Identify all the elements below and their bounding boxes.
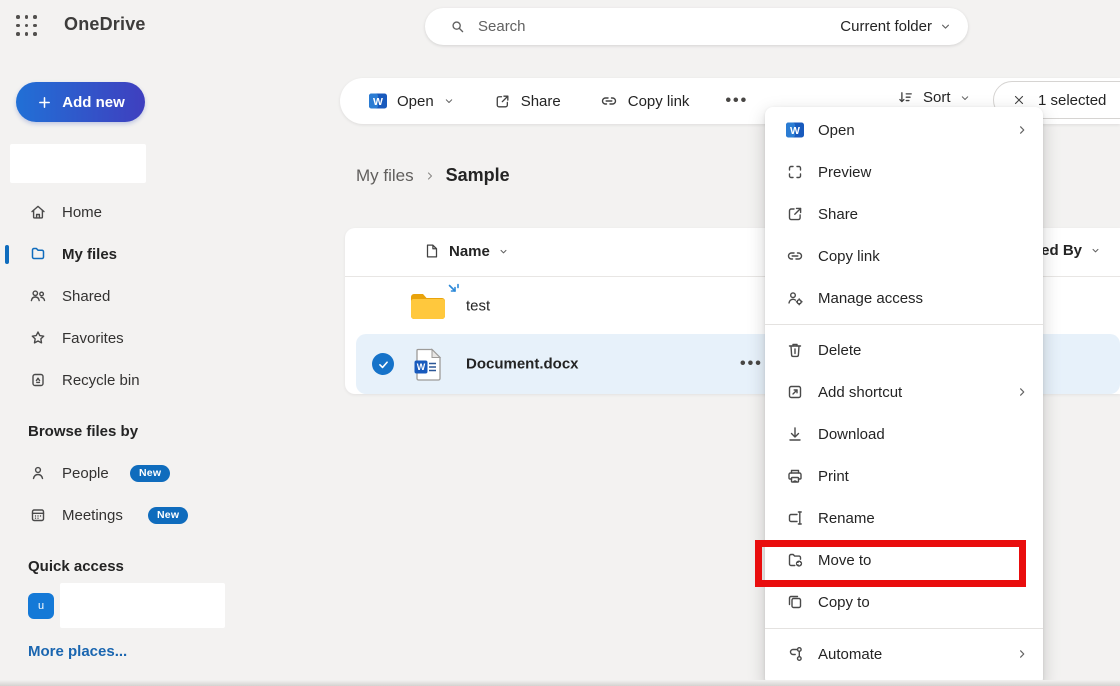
more-commands-button[interactable]: ••• [713, 95, 760, 107]
menu-item-share[interactable]: Share [765, 193, 1043, 235]
file-icon [423, 242, 441, 260]
svg-text:W: W [417, 362, 426, 372]
sidebar-item-meetings[interactable]: Meetings New [0, 494, 240, 536]
word-document-icon: W [413, 348, 443, 381]
chevron-down-icon [939, 20, 952, 33]
sidebar-item-recycle-bin[interactable]: Recycle bin [0, 359, 240, 401]
breadcrumb: My files Sample [356, 165, 510, 186]
sidebar-item-shared[interactable]: Shared [0, 275, 240, 317]
link-icon [785, 246, 805, 266]
new-badge: New [148, 507, 188, 524]
menu-item-copy-link[interactable]: Copy link [765, 235, 1043, 277]
more-places-link[interactable]: More places... [28, 643, 127, 660]
home-icon [28, 202, 48, 222]
manage-access-icon [785, 288, 805, 308]
people-icon [28, 286, 48, 306]
automate-icon [785, 644, 805, 664]
close-icon [1012, 93, 1026, 107]
menu-item-automate[interactable]: Automate [765, 633, 1043, 675]
word-icon: W [785, 120, 805, 140]
search-input[interactable]: Search [478, 18, 840, 35]
selected-check-icon[interactable] [372, 353, 394, 375]
folder-icon [409, 291, 447, 321]
rename-icon [785, 508, 805, 528]
open-button[interactable]: W Open [356, 85, 467, 117]
calendar-icon [28, 505, 48, 525]
svg-text:W: W [790, 125, 800, 137]
trash-icon [785, 340, 805, 360]
new-badge: New [130, 465, 170, 482]
context-menu: W Open Preview Share Copy link Manage ac… [765, 107, 1043, 686]
redacted-account-area [10, 144, 146, 183]
menu-item-open[interactable]: W Open [765, 109, 1043, 151]
menu-item-manage-access[interactable]: Manage access [765, 277, 1043, 319]
menu-item-add-shortcut[interactable]: Add shortcut [765, 371, 1043, 413]
share-button[interactable]: Share [481, 86, 573, 117]
download-icon [785, 424, 805, 444]
recycle-bin-icon [28, 370, 48, 390]
menu-divider [765, 319, 1043, 329]
sidebar-item-my-files[interactable]: My files [0, 233, 240, 275]
plus-icon [36, 94, 53, 111]
add-new-button[interactable]: Add new [16, 82, 145, 122]
quick-access-site-tile[interactable]: u [28, 593, 54, 619]
person-icon [28, 463, 48, 483]
chevron-down-icon [959, 92, 971, 104]
menu-item-preview[interactable]: Preview [765, 151, 1043, 193]
star-icon [28, 328, 48, 348]
menu-item-move-to[interactable]: Move to [765, 539, 1043, 581]
column-header-name[interactable]: Name [423, 242, 509, 260]
chevron-down-icon [443, 95, 455, 107]
breadcrumb-current: Sample [446, 165, 510, 186]
search-bar[interactable]: Search Current folder [425, 8, 968, 45]
menu-item-print[interactable]: Print [765, 455, 1043, 497]
preview-icon [785, 162, 805, 182]
sidebar-item-people[interactable]: People New [0, 452, 240, 494]
menu-item-rename[interactable]: Rename [765, 497, 1043, 539]
share-icon [785, 204, 805, 224]
chevron-right-icon [1015, 647, 1029, 661]
print-icon [785, 466, 805, 486]
sort-button[interactable]: Sort [896, 88, 971, 107]
share-icon [493, 92, 512, 111]
copy-to-icon [785, 592, 805, 612]
app-launcher-icon[interactable] [16, 15, 38, 37]
search-scope-dropdown[interactable]: Current folder [840, 18, 952, 35]
menu-item-download[interactable]: Download [765, 413, 1043, 455]
folder-icon [28, 244, 48, 264]
svg-text:W: W [373, 96, 383, 108]
chevron-right-icon [1015, 385, 1029, 399]
browse-files-by-heading: Browse files by [28, 423, 138, 440]
chevron-down-icon [498, 246, 509, 257]
sidebar-item-favorites[interactable]: Favorites [0, 317, 240, 359]
menu-divider [765, 623, 1043, 633]
word-icon: W [368, 91, 388, 111]
menu-item-delete[interactable]: Delete [765, 329, 1043, 371]
link-icon [599, 91, 619, 111]
new-item-indicator-icon [447, 283, 461, 297]
copy-link-button[interactable]: Copy link [587, 85, 702, 117]
menu-item-copy-to[interactable]: Copy to [765, 581, 1043, 623]
redacted-site-name [60, 583, 225, 628]
search-icon [449, 18, 466, 35]
quick-access-heading: Quick access [28, 558, 124, 575]
chevron-right-icon [1015, 123, 1029, 137]
sort-icon [896, 88, 915, 107]
add-shortcut-icon [785, 382, 805, 402]
breadcrumb-my-files[interactable]: My files [356, 166, 414, 186]
move-to-icon [785, 550, 805, 570]
app-title: OneDrive [64, 14, 146, 35]
chevron-down-icon [1090, 245, 1101, 256]
chevron-right-icon [424, 170, 436, 182]
sidebar-item-home[interactable]: Home [0, 191, 240, 233]
